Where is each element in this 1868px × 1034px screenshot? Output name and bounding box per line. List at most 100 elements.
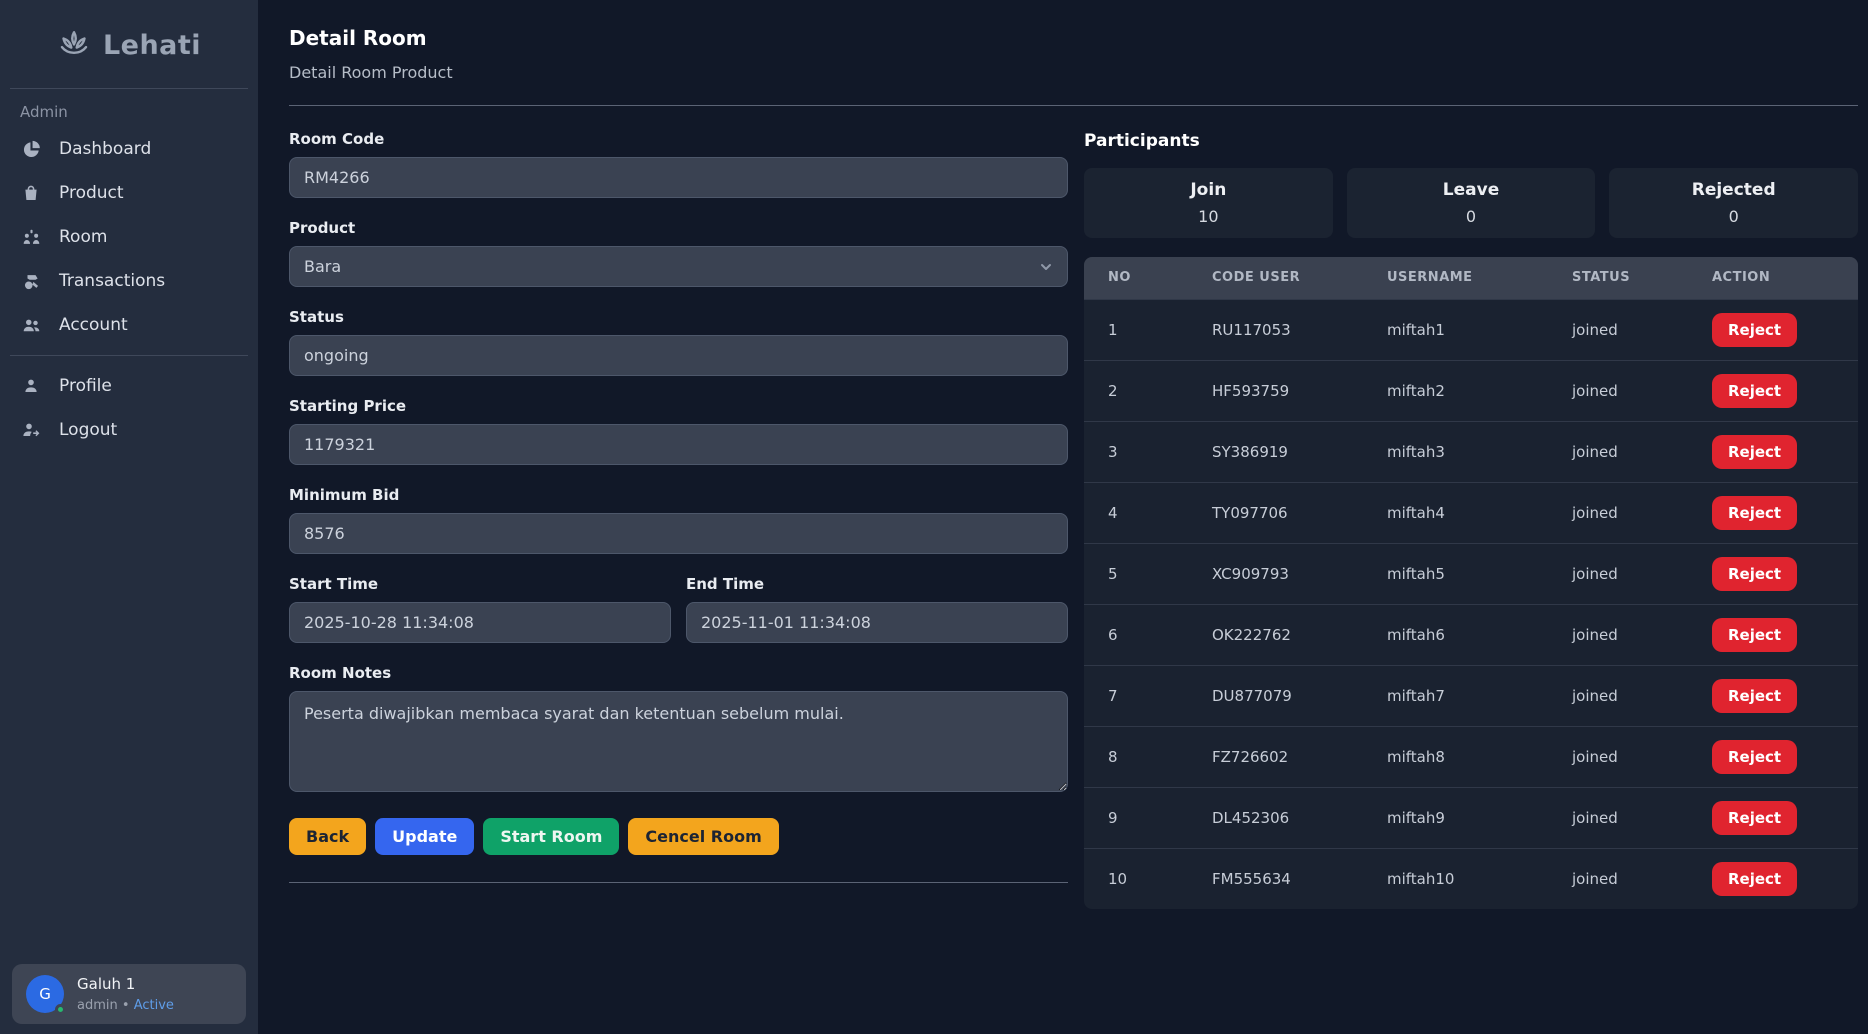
sidebar-item-logout[interactable]: Logout (0, 408, 258, 452)
summary-card-rejected: Rejected 0 (1609, 168, 1858, 238)
cell-username: miftah10 (1363, 848, 1548, 909)
column-header-username: USERNAME (1363, 257, 1548, 299)
start-time-label: Start Time (289, 575, 671, 593)
cell-code-user: HF593759 (1188, 360, 1363, 421)
table-row: 3 SY386919 miftah3 joined Reject (1084, 421, 1858, 482)
sidebar-item-label: Profile (59, 376, 112, 396)
user-status: Active (134, 998, 174, 1013)
cell-code-user: TY097706 (1188, 482, 1363, 543)
end-time-input[interactable] (686, 602, 1068, 643)
reject-button[interactable]: Reject (1712, 679, 1797, 713)
cell-action: Reject (1688, 299, 1858, 360)
users-icon (20, 316, 42, 335)
sidebar-item-label: Account (59, 315, 128, 335)
summary-label: Join (1190, 180, 1226, 200)
summary-value: 10 (1198, 207, 1218, 226)
cell-status: joined (1548, 299, 1688, 360)
cell-code-user: FM555634 (1188, 848, 1363, 909)
sidebar-item-account[interactable]: Account (0, 303, 258, 347)
meta-separator: • (122, 998, 130, 1013)
cell-username: miftah7 (1363, 665, 1548, 726)
product-select[interactable]: Bara (289, 246, 1068, 287)
participants-panel: Participants Join 10 Leave 0 Rejected 0 (1084, 130, 1858, 909)
cell-no: 10 (1084, 848, 1188, 909)
reject-button[interactable]: Reject (1712, 862, 1797, 896)
cell-action: Reject (1688, 665, 1858, 726)
cell-code-user: RU117053 (1188, 299, 1363, 360)
chevron-down-icon (1039, 260, 1053, 274)
cell-status: joined (1548, 604, 1688, 665)
back-button[interactable]: Back (289, 818, 366, 855)
cell-code-user: SY386919 (1188, 421, 1363, 482)
cell-no: 5 (1084, 543, 1188, 604)
participants-table-body: 1 RU117053 miftah1 joined Reject 2 HF593… (1084, 299, 1858, 909)
reject-button[interactable]: Reject (1712, 374, 1797, 408)
start-time-input[interactable] (289, 602, 671, 643)
transactions-icon (20, 272, 42, 291)
cell-action: Reject (1688, 421, 1858, 482)
minimum-bid-input[interactable] (289, 513, 1068, 554)
reject-button[interactable]: Reject (1712, 435, 1797, 469)
cell-status: joined (1548, 726, 1688, 787)
sidebar-item-profile[interactable]: Profile (0, 364, 258, 408)
sidebar: Lehati Admin Dashboard Product Room (0, 0, 258, 1034)
cell-action: Reject (1688, 360, 1858, 421)
product-label: Product (289, 219, 1068, 237)
cell-status: joined (1548, 665, 1688, 726)
user-profile-card[interactable]: G Galuh 1 admin • Active (12, 964, 246, 1024)
cell-no: 4 (1084, 482, 1188, 543)
participants-summary: Join 10 Leave 0 Rejected 0 (1084, 168, 1858, 238)
sidebar-item-dashboard[interactable]: Dashboard (0, 127, 258, 171)
reject-button[interactable]: Reject (1712, 313, 1797, 347)
shopping-bag-icon (20, 184, 42, 202)
person-icon (20, 377, 42, 395)
starting-price-input[interactable] (289, 424, 1068, 465)
end-time-label: End Time (686, 575, 1068, 593)
update-button[interactable]: Update (375, 818, 474, 855)
room-detail-form: Room Code Product Bara Status (289, 130, 1068, 909)
room-code-input[interactable] (289, 157, 1068, 198)
column-header-status: STATUS (1548, 257, 1688, 299)
table-row: 1 RU117053 miftah1 joined Reject (1084, 299, 1858, 360)
status-label: Status (289, 308, 1068, 326)
cell-status: joined (1548, 360, 1688, 421)
user-meta: admin • Active (77, 998, 174, 1013)
cell-no: 1 (1084, 299, 1188, 360)
reject-button[interactable]: Reject (1712, 618, 1797, 652)
room-notes-textarea[interactable]: Peserta diwajibkan membaca syarat dan ke… (289, 691, 1068, 792)
sidebar-item-label: Room (59, 227, 107, 247)
table-row: 8 FZ726602 miftah8 joined Reject (1084, 726, 1858, 787)
cell-code-user: XC909793 (1188, 543, 1363, 604)
cell-username: miftah1 (1363, 299, 1548, 360)
column-header-action: ACTION (1688, 257, 1858, 299)
table-row: 2 HF593759 miftah2 joined Reject (1084, 360, 1858, 421)
cell-code-user: DU877079 (1188, 665, 1363, 726)
cell-status: joined (1548, 421, 1688, 482)
reject-button[interactable]: Reject (1712, 740, 1797, 774)
sidebar-divider (10, 355, 248, 356)
status-input[interactable] (289, 335, 1068, 376)
reject-button[interactable]: Reject (1712, 557, 1797, 591)
cancel-room-button[interactable]: Cencel Room (628, 818, 778, 855)
product-select-value: Bara (304, 257, 341, 276)
sidebar-item-product[interactable]: Product (0, 171, 258, 215)
table-row: 4 TY097706 miftah4 joined Reject (1084, 482, 1858, 543)
cell-no: 2 (1084, 360, 1188, 421)
cell-action: Reject (1688, 482, 1858, 543)
reject-button[interactable]: Reject (1712, 801, 1797, 835)
sidebar-item-transactions[interactable]: Transactions (0, 259, 258, 303)
cell-action: Reject (1688, 604, 1858, 665)
cell-username: miftah9 (1363, 787, 1548, 848)
summary-value: 0 (1729, 207, 1739, 226)
table-row: 9 DL452306 miftah9 joined Reject (1084, 787, 1858, 848)
cell-no: 3 (1084, 421, 1188, 482)
cell-username: miftah2 (1363, 360, 1548, 421)
sidebar-item-room[interactable]: Room (0, 215, 258, 259)
reject-button[interactable]: Reject (1712, 496, 1797, 530)
cell-status: joined (1548, 848, 1688, 909)
cell-no: 8 (1084, 726, 1188, 787)
start-room-button[interactable]: Start Room (483, 818, 619, 855)
cell-action: Reject (1688, 543, 1858, 604)
cell-no: 9 (1084, 787, 1188, 848)
cell-status: joined (1548, 482, 1688, 543)
